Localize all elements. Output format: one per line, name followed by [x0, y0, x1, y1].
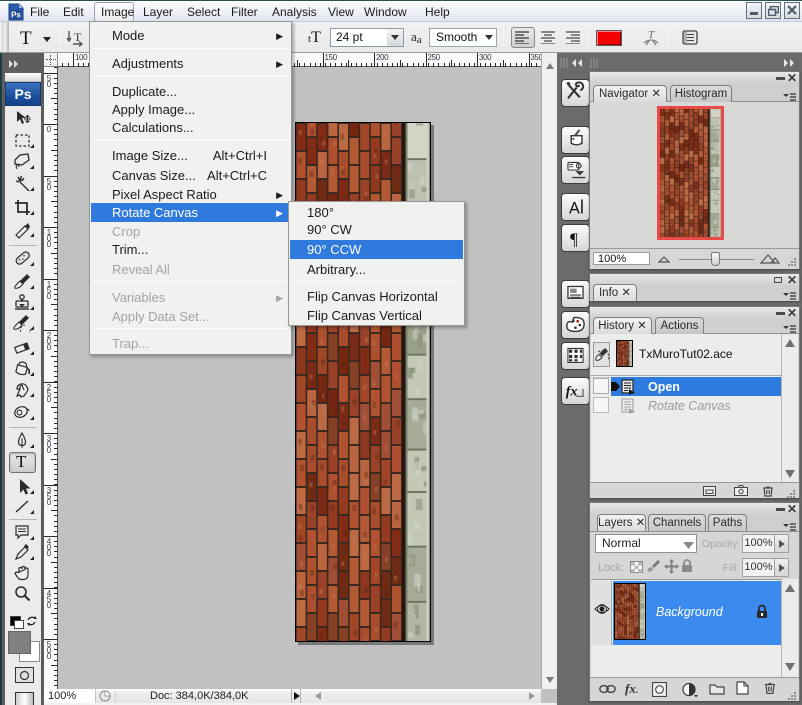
svg-text:T: T — [648, 29, 655, 41]
svg-text:¶: ¶ — [570, 229, 578, 248]
svg-text:T: T — [74, 30, 82, 44]
svg-text:A: A — [569, 199, 580, 217]
svg-text:Ps: Ps — [11, 11, 21, 20]
svg-text:fx: fx — [566, 384, 578, 399]
